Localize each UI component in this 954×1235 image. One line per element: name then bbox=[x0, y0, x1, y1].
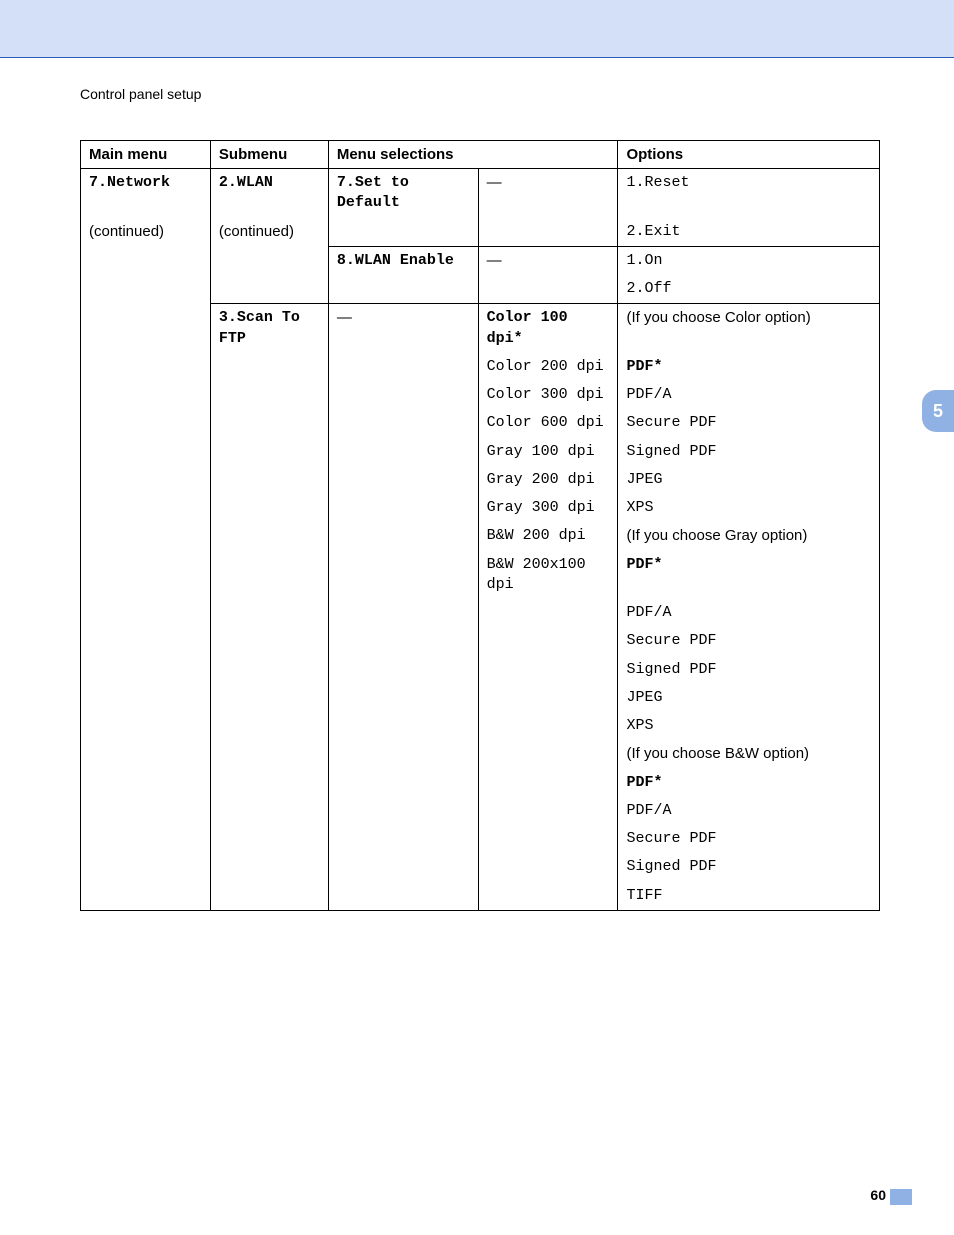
cell-dash: — bbox=[328, 304, 478, 353]
cell-opt: 2.Off bbox=[618, 275, 880, 304]
cell-scan-sel: Color 600 dpi bbox=[478, 409, 618, 437]
table-row: Secure PDF bbox=[81, 825, 880, 853]
table-row: TIFF bbox=[81, 882, 880, 911]
cell-scan-opt: JPEG bbox=[618, 684, 880, 712]
corner-bar bbox=[890, 1189, 912, 1205]
table-row: PDF/A bbox=[81, 599, 880, 627]
cell-main-menu-title: 7.Network bbox=[81, 169, 211, 218]
cell-submenu-wlan-note: (continued) bbox=[210, 218, 328, 247]
cell-scan-opt: PDF/A bbox=[618, 381, 880, 409]
table-row: PDF* bbox=[81, 769, 880, 797]
th-options: Options bbox=[618, 141, 880, 169]
cell-submenu-scan: 3.Scan To FTP bbox=[210, 304, 328, 353]
table-row: Color 300 dpi PDF/A bbox=[81, 381, 880, 409]
cell-opt: 2.Exit bbox=[618, 218, 880, 247]
cell-submenu-wlan-title: 2.WLAN bbox=[210, 169, 328, 218]
cell-scan-opt: PDF/A bbox=[618, 797, 880, 825]
cell-dash: — bbox=[478, 169, 618, 218]
cell-scan-sel: Color 300 dpi bbox=[478, 381, 618, 409]
page-number: 60 bbox=[870, 1187, 886, 1203]
cell-scan-opt: XPS bbox=[618, 494, 880, 522]
table-row: 7.Network 2.WLAN 7.Set to Default — 1.Re… bbox=[81, 169, 880, 218]
cell-scan-opt: PDF* bbox=[618, 769, 880, 797]
cell-scan-sel: B&W 200x100 dpi bbox=[478, 551, 618, 600]
table-header-row: Main menu Submenu Menu selections Option… bbox=[81, 141, 880, 169]
cell-sel-set-default: 7.Set to Default bbox=[328, 169, 478, 218]
table-row: 2.Off bbox=[81, 275, 880, 304]
cell-scan-sel: Color 100 dpi* bbox=[478, 304, 618, 353]
table-row: Gray 100 dpi Signed PDF bbox=[81, 438, 880, 466]
top-band bbox=[0, 0, 954, 58]
cell-scan-opt: Signed PDF bbox=[618, 853, 880, 881]
cell-opt: 1.Reset bbox=[618, 169, 880, 218]
table-row: (continued) (continued) 2.Exit bbox=[81, 218, 880, 247]
cell-scan-opt: Signed PDF bbox=[618, 656, 880, 684]
cell-main-menu-note: (continued) bbox=[81, 218, 211, 247]
cell-scan-opt: (If you choose Gray option) bbox=[618, 522, 880, 550]
table-row: Gray 200 dpi JPEG bbox=[81, 466, 880, 494]
table-row: B&W 200 dpi (If you choose Gray option) bbox=[81, 522, 880, 550]
cell-scan-sel: Color 200 dpi bbox=[478, 353, 618, 381]
section-title: Control panel setup bbox=[80, 86, 201, 102]
cell-scan-opt: Secure PDF bbox=[618, 627, 880, 655]
th-main-menu: Main menu bbox=[81, 141, 211, 169]
cell-scan-sel: B&W 200 dpi bbox=[478, 522, 618, 550]
table-row: B&W 200x100 dpi PDF* bbox=[81, 551, 880, 600]
table-row: Color 600 dpi Secure PDF bbox=[81, 409, 880, 437]
cell-scan-opt: Secure PDF bbox=[618, 409, 880, 437]
cell-scan-opt: JPEG bbox=[618, 466, 880, 494]
cell-scan-opt: Secure PDF bbox=[618, 825, 880, 853]
cell-scan-opt: (If you choose Color option) bbox=[618, 304, 880, 353]
table-row: Gray 300 dpi XPS bbox=[81, 494, 880, 522]
cell-scan-sel: Gray 300 dpi bbox=[478, 494, 618, 522]
table-row: Color 200 dpi PDF* bbox=[81, 353, 880, 381]
cell-opt: 1.On bbox=[618, 246, 880, 275]
th-submenu: Submenu bbox=[210, 141, 328, 169]
table-row: (If you choose B&W option) bbox=[81, 740, 880, 768]
cell-scan-opt: PDF* bbox=[618, 551, 880, 600]
cell-sel-wlan-enable: 8.WLAN Enable bbox=[328, 246, 478, 275]
cell-scan-sel: Gray 200 dpi bbox=[478, 466, 618, 494]
table-row: PDF/A bbox=[81, 797, 880, 825]
table-row: 3.Scan To FTP — Color 100 dpi* (If you c… bbox=[81, 304, 880, 353]
table-row: XPS bbox=[81, 712, 880, 740]
table-row: Signed PDF bbox=[81, 853, 880, 881]
cell-scan-opt: PDF* bbox=[618, 353, 880, 381]
cell-scan-opt: TIFF bbox=[618, 882, 880, 911]
table-row: JPEG bbox=[81, 684, 880, 712]
cell-scan-opt: (If you choose B&W option) bbox=[618, 740, 880, 768]
menu-table: Main menu Submenu Menu selections Option… bbox=[80, 140, 880, 911]
cell-scan-opt: Signed PDF bbox=[618, 438, 880, 466]
cell-dash: — bbox=[478, 246, 618, 275]
cell-scan-opt: PDF/A bbox=[618, 599, 880, 627]
chapter-tab: 5 bbox=[922, 390, 954, 432]
cell-scan-sel: Gray 100 dpi bbox=[478, 438, 618, 466]
cell-scan-opt: XPS bbox=[618, 712, 880, 740]
th-menu-selections: Menu selections bbox=[328, 141, 618, 169]
table-row: 8.WLAN Enable — 1.On bbox=[81, 246, 880, 275]
table-row: Secure PDF bbox=[81, 627, 880, 655]
table-row: Signed PDF bbox=[81, 656, 880, 684]
